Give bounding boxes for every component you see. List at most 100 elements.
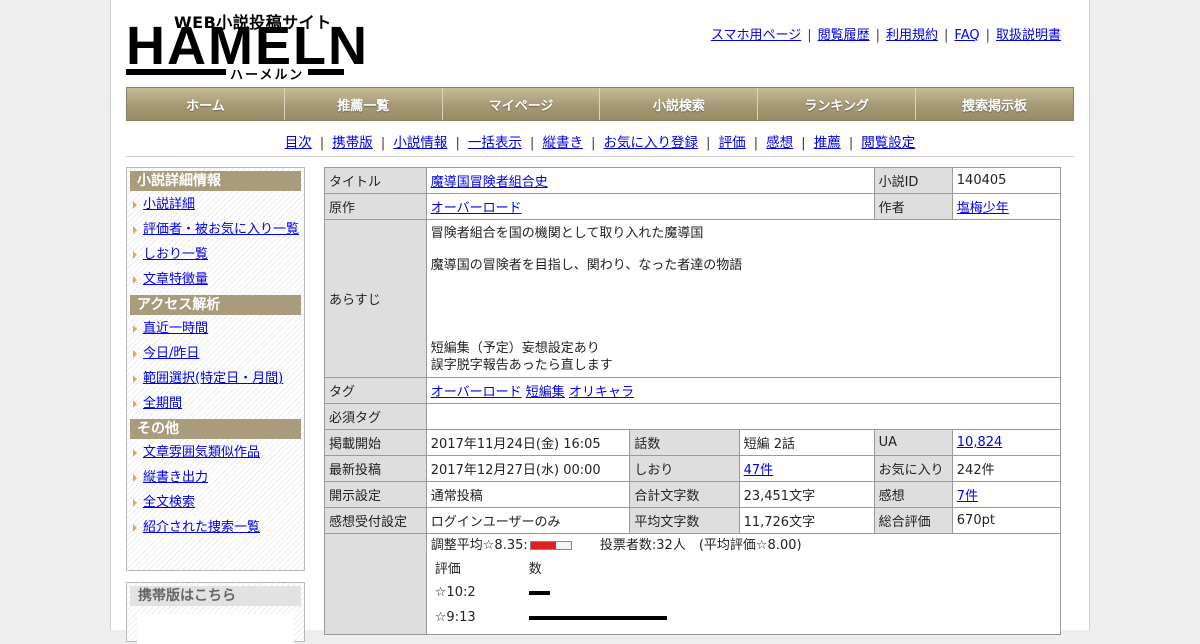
subnav-view-settings[interactable]: 閲覧設定 (861, 135, 915, 151)
site-logo[interactable]: WEB小説投稿サイト HAMELN ハーメルン (126, 9, 367, 83)
sidebar-link[interactable]: 縦書き出力 (143, 470, 208, 485)
sidebar-link[interactable]: 文章雰囲気類似作品 (143, 445, 260, 460)
logo-kana: ハーメルン (226, 64, 309, 83)
sidebar-item-last-hour: 直近一時間 (127, 316, 304, 341)
rating-bar (528, 590, 550, 595)
synopsis-line: 短編集（予定）妄想設定あり (430, 341, 600, 356)
nav-search-board[interactable]: 捜索掲示板 (916, 88, 1073, 120)
sidebar-item-vertical-export: 縦書き出力 (127, 465, 304, 490)
nav-home[interactable]: ホーム (127, 88, 285, 120)
subnav-vertical[interactable]: 縦書き (542, 135, 583, 151)
sidebar-item-details: 小説詳細 (127, 192, 304, 217)
link-terms[interactable]: 利用規約 (886, 28, 938, 43)
sidebar-link[interactable]: 全期間 (143, 396, 182, 411)
table-row: 掲載開始 2017年11月24日(金) 16:05 話数 短編 2話 UA 10… (324, 429, 1062, 456)
rating-cell: 調整平均☆8.35: 投票者数:32人 (平均評価☆8.00) 評価 数 ☆10… (425, 533, 1062, 635)
rating-distribution-header: 評価 数 (431, 555, 1056, 580)
subnav-toc[interactable]: 目次 (285, 135, 312, 151)
sidebar-item-bookmarks: しおり一覧 (127, 242, 304, 267)
bookmark-label: しおり (629, 455, 740, 482)
original-link[interactable]: オーバーロード (431, 201, 522, 216)
nav-novel-search[interactable]: 小説検索 (600, 88, 759, 120)
synopsis-cell: 冒険者組合を国の機関として取り入れた魔導国 魔導国の冒険者を目指し、関わり、なっ… (425, 219, 1062, 378)
author-label: 作者 (873, 193, 953, 220)
sidebar-link[interactable]: 今日/昨日 (143, 346, 199, 361)
rating-meter-fill (530, 542, 556, 549)
required-tags-label: 必須タグ (324, 403, 427, 430)
separator: | (319, 135, 325, 151)
subnav-show-all[interactable]: 一括表示 (468, 135, 522, 151)
sidebar-item-range: 範囲選択(特定日・月間) (127, 366, 304, 391)
bookmark-link[interactable]: 47件 (744, 463, 774, 478)
sidebar-link[interactable]: 紹介された捜索一覧 (143, 520, 260, 535)
overall-value: 670pt (951, 507, 1062, 534)
latest-label: 最新投稿 (324, 455, 427, 482)
subnav-add-favorite[interactable]: お気に入り登録 (604, 135, 699, 151)
synopsis-line: 冒険者組合を国の機関として取り入れた魔導国 (430, 226, 704, 241)
sidebar-item-text-features: 文章特徴量 (127, 267, 304, 292)
subnav-mobile[interactable]: 携帯版 (332, 135, 373, 151)
table-row: タイトル 魔導国冒険者組合史 小説ID 140405 (324, 167, 1062, 194)
sidebar-link[interactable]: 小説詳細 (143, 197, 195, 212)
divider (126, 156, 1074, 157)
sidebar-link[interactable]: 文章特徴量 (143, 272, 208, 287)
top-links: スマホ用ページ | 閲覧履歴 | 利用規約 | FAQ | 取扱説明書 (711, 24, 1061, 43)
bookmark-cell: 47件 (738, 455, 875, 482)
subnav-recommend[interactable]: 推薦 (814, 135, 841, 151)
mobile-version-box: 携帯版はこちら (126, 582, 305, 644)
rating-row-label: ☆9:13 (434, 610, 476, 625)
visibility-label: 開示設定 (324, 481, 427, 508)
author-link[interactable]: 塩梅少年 (957, 201, 1009, 216)
main-nav: ホーム 推薦一覧 マイページ 小説検索 ランキング 捜索掲示板 (126, 87, 1074, 121)
sidebar-link[interactable]: 直近一時間 (143, 321, 208, 336)
mobile-qr-area (137, 614, 294, 644)
tags-label: タグ (324, 377, 427, 404)
novel-id-label: 小説ID (873, 167, 953, 194)
table-row: 調整平均☆8.35: 投票者数:32人 (平均評価☆8.00) 評価 数 ☆10… (324, 533, 1062, 635)
nav-recommendations[interactable]: 推薦一覧 (285, 88, 443, 120)
review-accept-label: 感想受付設定 (324, 507, 427, 534)
avg-chars-label: 平均文字数 (629, 507, 740, 534)
link-manual[interactable]: 取扱説明書 (996, 28, 1061, 43)
subnav-reviews[interactable]: 感想 (766, 135, 793, 151)
sidebar-item-all-time: 全期間 (127, 391, 304, 416)
link-faq[interactable]: FAQ (954, 28, 979, 43)
tag-link[interactable]: 短編集 (526, 385, 565, 400)
table-row: タグ オーバーロード 短編集 オリキャラ (324, 377, 1062, 404)
sidebar-item-introduced: 紹介された捜索一覧 (127, 515, 304, 540)
tag-link[interactable]: オリキャラ (569, 385, 634, 400)
link-history[interactable]: 閲覧履歴 (818, 28, 870, 43)
separator: | (801, 135, 806, 151)
separator: | (380, 135, 386, 151)
sidebar-link[interactable]: しおり一覧 (143, 247, 208, 262)
author-cell: 塩梅少年 (951, 193, 1062, 220)
sidebar-item-raters: 評価者・被お気に入り一覧 (127, 217, 304, 242)
nav-ranking[interactable]: ランキング (758, 88, 917, 120)
original-label: 原作 (324, 193, 427, 220)
sub-nav: 目次 | 携帯版 | 小説情報 | 一括表示 | 縦書き | お気に入り登録 | 評価 | 感想 | 推薦 | 閲覧… (126, 131, 1074, 151)
separator: | (706, 135, 711, 151)
nav-mypage[interactable]: マイページ (443, 88, 601, 120)
tag-link[interactable]: オーバーロード (431, 385, 522, 400)
novel-info-table: タイトル 魔導国冒険者組合史 小説ID 140405 原作 オーバーロード 作者… (324, 167, 1062, 635)
published-value: 2017年11月24日(金) 16:05 (425, 429, 631, 456)
vote-count: 投票者数:32人 (平均評価☆8.00) (599, 538, 802, 553)
subnav-rate[interactable]: 評価 (719, 135, 746, 151)
subnav-novel-info[interactable]: 小説情報 (393, 135, 447, 151)
sidebar-link[interactable]: 評価者・被お気に入り一覧 (143, 222, 299, 237)
reviews-label: 感想 (873, 481, 953, 508)
reviews-link[interactable]: 7件 (957, 489, 978, 504)
sidebar-link[interactable]: 範囲選択(特定日・月間) (143, 371, 283, 386)
link-smartphone[interactable]: スマホ用ページ (711, 28, 801, 43)
separator: | (590, 135, 596, 151)
sidebar-link[interactable]: 全文検索 (143, 495, 195, 510)
rating-label-cell (324, 533, 427, 635)
ua-cell: 10,824 (951, 429, 1062, 456)
ua-link[interactable]: 10,824 (957, 435, 1003, 450)
rating-row: ☆10:2 (431, 580, 1056, 605)
episodes-value: 短編 2話 (738, 429, 875, 456)
col-rating: 評価 (434, 562, 461, 577)
title-link[interactable]: 魔導国冒険者組合史 (431, 175, 548, 190)
separator: | (753, 135, 759, 151)
separator: | (848, 135, 854, 151)
